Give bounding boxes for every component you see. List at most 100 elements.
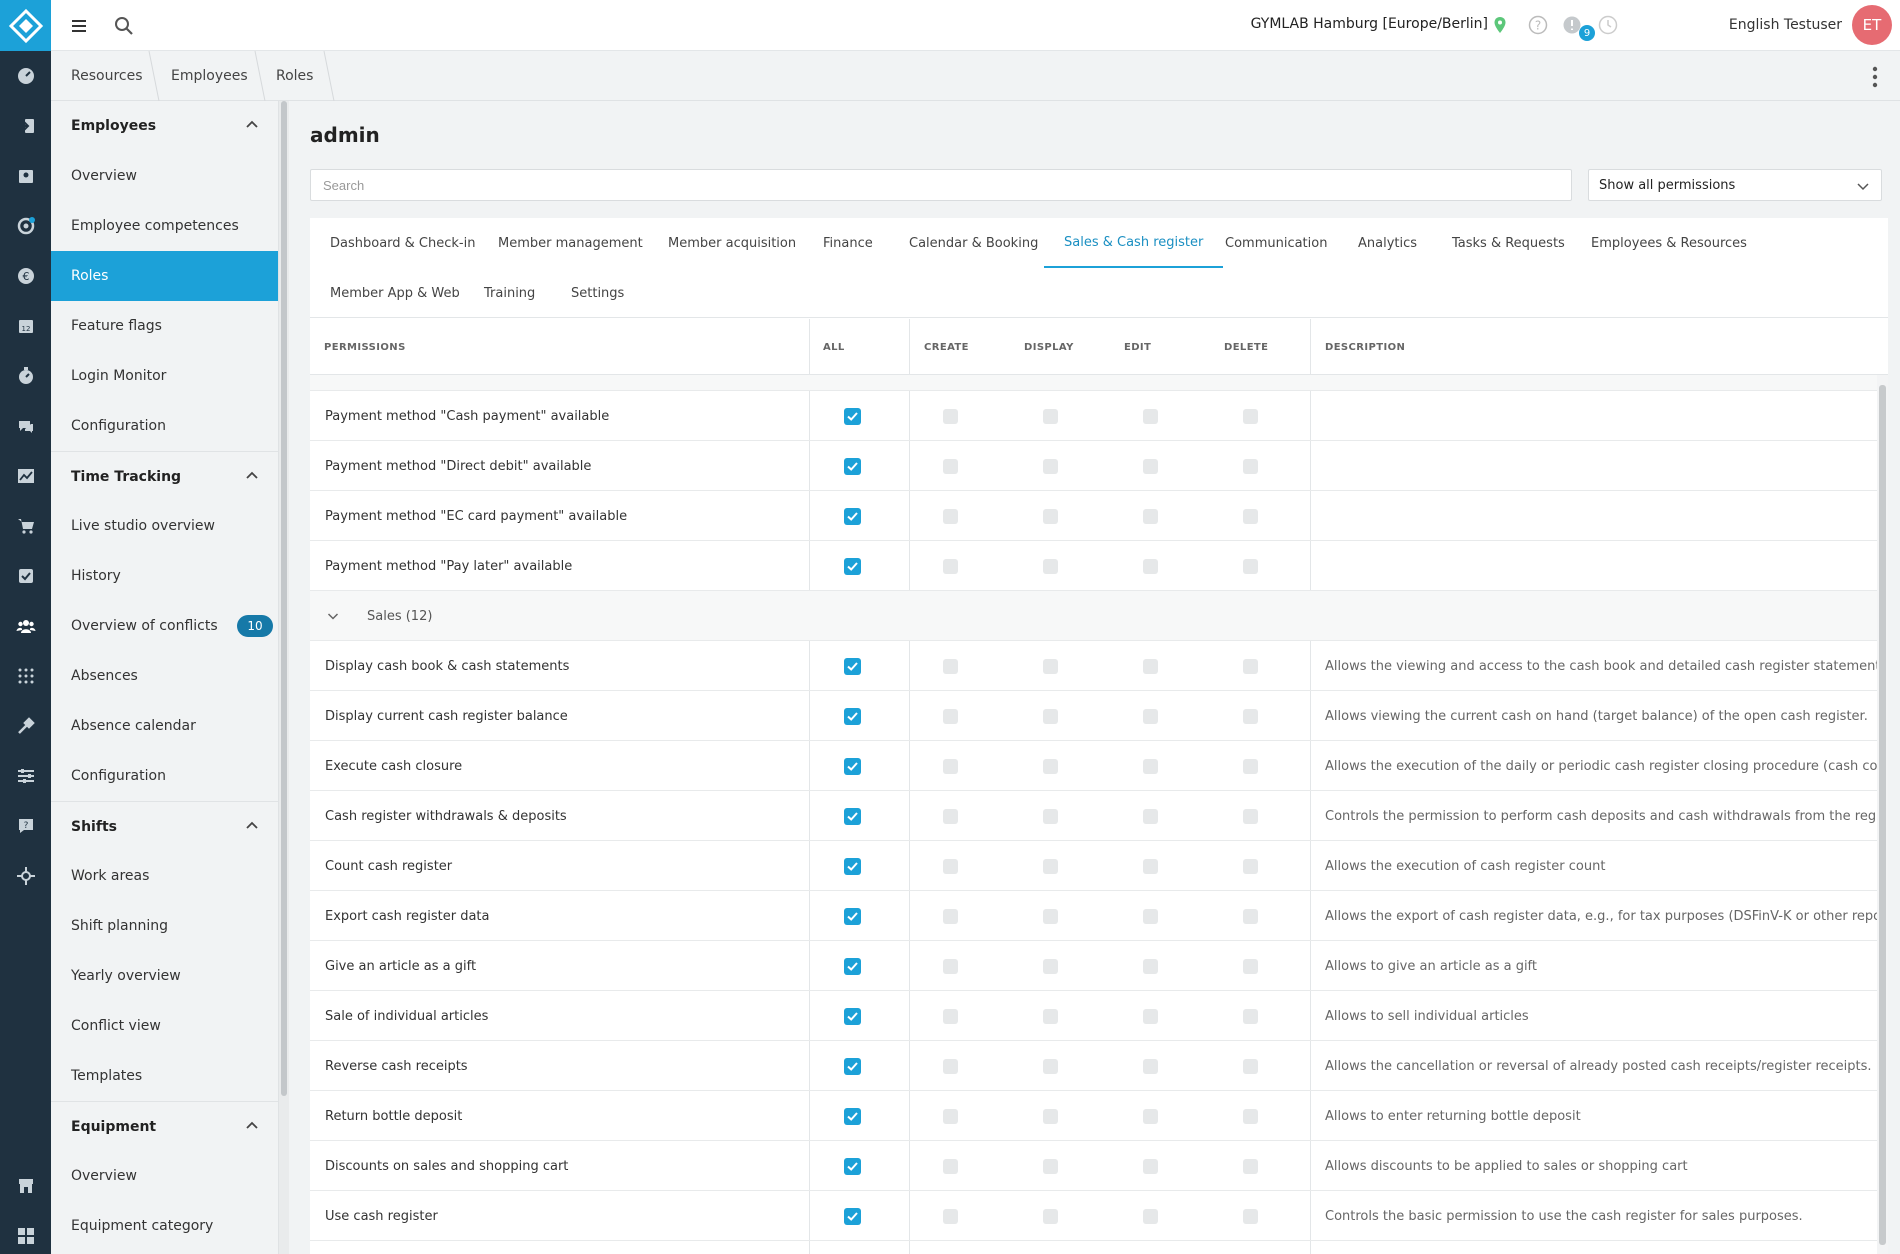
create-checkbox[interactable] (943, 859, 958, 874)
employees-icon[interactable] (0, 606, 51, 646)
tools-icon[interactable] (0, 706, 51, 746)
sidebar-item-yearly-overview[interactable]: Yearly overview (51, 951, 278, 1001)
delete-checkbox[interactable] (1243, 1009, 1258, 1024)
all-checkbox[interactable] (844, 958, 861, 975)
create-checkbox[interactable] (943, 409, 958, 424)
sidebar-group-equipment[interactable]: Equipment (51, 1101, 278, 1151)
sidebar-scrollbar-thumb[interactable] (281, 101, 287, 1096)
tab-dashboard-check-in[interactable]: Dashboard & Check-in (330, 218, 475, 268)
timer-icon[interactable] (0, 356, 51, 396)
delete-checkbox[interactable] (1243, 809, 1258, 824)
edit-checkbox[interactable] (1143, 1009, 1158, 1024)
delete-checkbox[interactable] (1243, 1159, 1258, 1174)
display-checkbox[interactable] (1043, 1009, 1058, 1024)
sidebar-group-shifts[interactable]: Shifts (51, 801, 278, 851)
dashboard-icon[interactable] (0, 56, 51, 96)
create-checkbox[interactable] (943, 1209, 958, 1224)
display-checkbox[interactable] (1043, 809, 1058, 824)
sidebar-item-time-configuration[interactable]: Configuration (51, 751, 278, 801)
all-checkbox[interactable] (844, 1058, 861, 1075)
tab-communication[interactable]: Communication (1225, 218, 1327, 268)
breadcrumb-item-roles[interactable]: Roles (276, 51, 313, 101)
column-header-permissions[interactable]: PERMISSIONS (324, 319, 406, 375)
delete-checkbox[interactable] (1243, 459, 1258, 474)
support-icon[interactable]: ? (0, 806, 51, 846)
display-checkbox[interactable] (1043, 759, 1058, 774)
tab-analytics[interactable]: Analytics (1358, 218, 1417, 268)
delete-checkbox[interactable] (1243, 709, 1258, 724)
all-checkbox[interactable] (844, 458, 861, 475)
tab-member-app-web[interactable]: Member App & Web (330, 268, 460, 318)
cart-icon[interactable] (0, 506, 51, 546)
sidebar-group-employees[interactable]: Employees (51, 101, 278, 151)
display-checkbox[interactable] (1043, 409, 1058, 424)
column-header-create[interactable]: CREATE (924, 319, 969, 375)
tasks-icon[interactable] (0, 556, 51, 596)
check-in-icon[interactable] (0, 106, 51, 146)
create-checkbox[interactable] (943, 1159, 958, 1174)
settings-sliders-icon[interactable] (0, 756, 51, 796)
calendar-icon[interactable]: 12 (0, 306, 51, 346)
display-checkbox[interactable] (1043, 959, 1058, 974)
hamburger-menu-icon[interactable] (69, 16, 89, 36)
create-checkbox[interactable] (943, 1109, 958, 1124)
analytics-icon[interactable] (0, 456, 51, 496)
tab-sales-cash-register[interactable]: Sales & Cash register (1044, 218, 1224, 268)
all-checkbox[interactable] (844, 408, 861, 425)
edit-checkbox[interactable] (1143, 959, 1158, 974)
sidebar-item-conflict-view[interactable]: Conflict view (51, 1001, 278, 1051)
sidebar-item-roles[interactable]: Roles (51, 251, 278, 301)
all-checkbox[interactable] (844, 808, 861, 825)
sidebar-item-shift-planning[interactable]: Shift planning (51, 901, 278, 951)
all-checkbox[interactable] (844, 558, 861, 575)
create-checkbox[interactable] (943, 709, 958, 724)
integration-icon[interactable] (0, 856, 51, 896)
app-logo-icon[interactable] (0, 0, 51, 51)
sidebar-item-feature-flags[interactable]: Feature flags (51, 301, 278, 351)
display-checkbox[interactable] (1043, 1159, 1058, 1174)
section-row-sales[interactable]: Sales (12) (310, 591, 1877, 641)
breadcrumb-item-resources[interactable]: Resources (71, 51, 143, 101)
all-checkbox[interactable] (844, 858, 861, 875)
column-header-delete[interactable]: DELETE (1224, 319, 1268, 375)
table-scrollbar-thumb[interactable] (1879, 385, 1886, 1245)
sidebar-item-overview-of-conflicts[interactable]: Overview of conflicts 10 (51, 601, 278, 651)
edit-checkbox[interactable] (1143, 1159, 1158, 1174)
tab-calendar-booking[interactable]: Calendar & Booking (909, 218, 1038, 268)
tab-member-acquisition[interactable]: Member acquisition (668, 218, 796, 268)
create-checkbox[interactable] (943, 759, 958, 774)
edit-checkbox[interactable] (1143, 709, 1158, 724)
sidebar-item-employee-competences[interactable]: Employee competences (51, 201, 278, 251)
delete-checkbox[interactable] (1243, 559, 1258, 574)
display-checkbox[interactable] (1043, 659, 1058, 674)
table-scrollbar[interactable] (1877, 375, 1888, 1254)
display-checkbox[interactable] (1043, 1059, 1058, 1074)
edit-checkbox[interactable] (1143, 559, 1158, 574)
edit-checkbox[interactable] (1143, 909, 1158, 924)
sidebar-item-login-monitor[interactable]: Login Monitor (51, 351, 278, 401)
display-checkbox[interactable] (1043, 1209, 1058, 1224)
all-checkbox[interactable] (844, 1158, 861, 1175)
tab-employees-resources[interactable]: Employees & Resources (1591, 218, 1747, 268)
sidebar-item-templates[interactable]: Templates (51, 1051, 278, 1101)
delete-checkbox[interactable] (1243, 509, 1258, 524)
studio-selector[interactable]: GYMLAB Hamburg [Europe/Berlin] (1251, 16, 1488, 32)
delete-checkbox[interactable] (1243, 659, 1258, 674)
sidebar-item-history[interactable]: History (51, 551, 278, 601)
display-checkbox[interactable] (1043, 509, 1058, 524)
communication-icon[interactable] (0, 406, 51, 446)
create-checkbox[interactable] (943, 659, 958, 674)
all-checkbox[interactable] (844, 1208, 861, 1225)
more-options-icon[interactable] (1872, 66, 1878, 88)
delete-checkbox[interactable] (1243, 409, 1258, 424)
display-checkbox[interactable] (1043, 559, 1058, 574)
display-checkbox[interactable] (1043, 909, 1058, 924)
tab-tasks-requests[interactable]: Tasks & Requests (1452, 218, 1565, 268)
create-checkbox[interactable] (943, 809, 958, 824)
create-checkbox[interactable] (943, 509, 958, 524)
tab-training[interactable]: Training (484, 268, 535, 318)
sidebar-item-absences[interactable]: Absences (51, 651, 278, 701)
create-checkbox[interactable] (943, 959, 958, 974)
shop-icon[interactable] (0, 1166, 51, 1206)
column-header-display[interactable]: DISPLAY (1024, 319, 1074, 375)
